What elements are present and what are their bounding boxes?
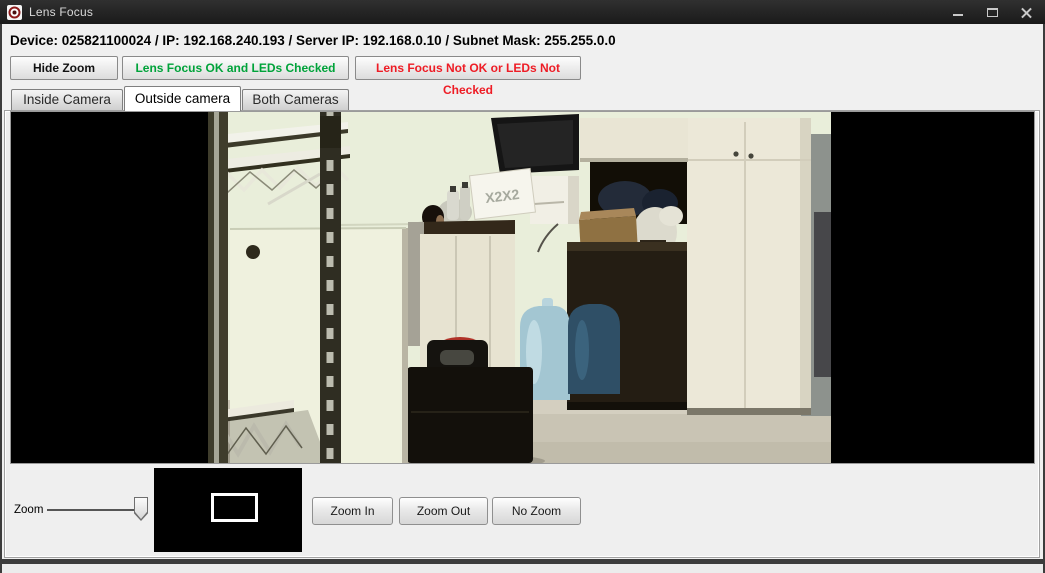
close-button[interactable]: [1017, 4, 1035, 20]
tab-inside-camera[interactable]: Inside Camera: [11, 89, 123, 110]
window-bottom-edge: [0, 564, 1045, 573]
app-icon: [7, 5, 22, 20]
minimize-icon: [953, 14, 963, 16]
tab-both-cameras[interactable]: Both Cameras: [242, 89, 349, 110]
window-title: Lens Focus: [29, 5, 93, 19]
window-bottom-border: [0, 559, 1045, 564]
window-controls: [949, 0, 1035, 24]
lens-focus-window: Lens Focus Device: 025821100024 / IP: 19…: [0, 0, 1045, 573]
camera-scene: X2X2: [208, 112, 831, 463]
zoom-slider-label: Zoom: [14, 504, 43, 516]
close-icon: [1021, 7, 1032, 18]
hide-zoom-button[interactable]: Hide Zoom: [10, 56, 118, 80]
no-zoom-button[interactable]: No Zoom: [492, 497, 581, 525]
titlebar[interactable]: Lens Focus: [0, 0, 1045, 24]
zoom-minimap-viewport[interactable]: [211, 493, 258, 522]
zoom-slider-track[interactable]: [47, 509, 139, 511]
maximize-button[interactable]: [983, 4, 1001, 20]
maximize-icon: [987, 8, 998, 17]
x2x2-box: X2X2: [470, 168, 536, 219]
camera-video-area: X2X2: [10, 111, 1035, 464]
zoom-in-button[interactable]: Zoom In: [312, 497, 393, 525]
lens-focus-ok-button[interactable]: Lens Focus OK and LEDs Checked: [122, 56, 349, 80]
lens-focus-not-ok-button[interactable]: Lens Focus Not OK or LEDs Not Checked: [355, 56, 581, 80]
device-info-text: Device: 025821100024 / IP: 192.168.240.1…: [10, 33, 616, 48]
app-icon-glyph: [8, 6, 21, 19]
camera-photo: X2X2: [208, 112, 831, 463]
tab-outside-camera[interactable]: Outside camera: [124, 86, 241, 111]
zoom-minimap: [154, 468, 302, 552]
zoom-out-button[interactable]: Zoom Out: [399, 497, 488, 525]
minimize-button[interactable]: [949, 4, 967, 20]
